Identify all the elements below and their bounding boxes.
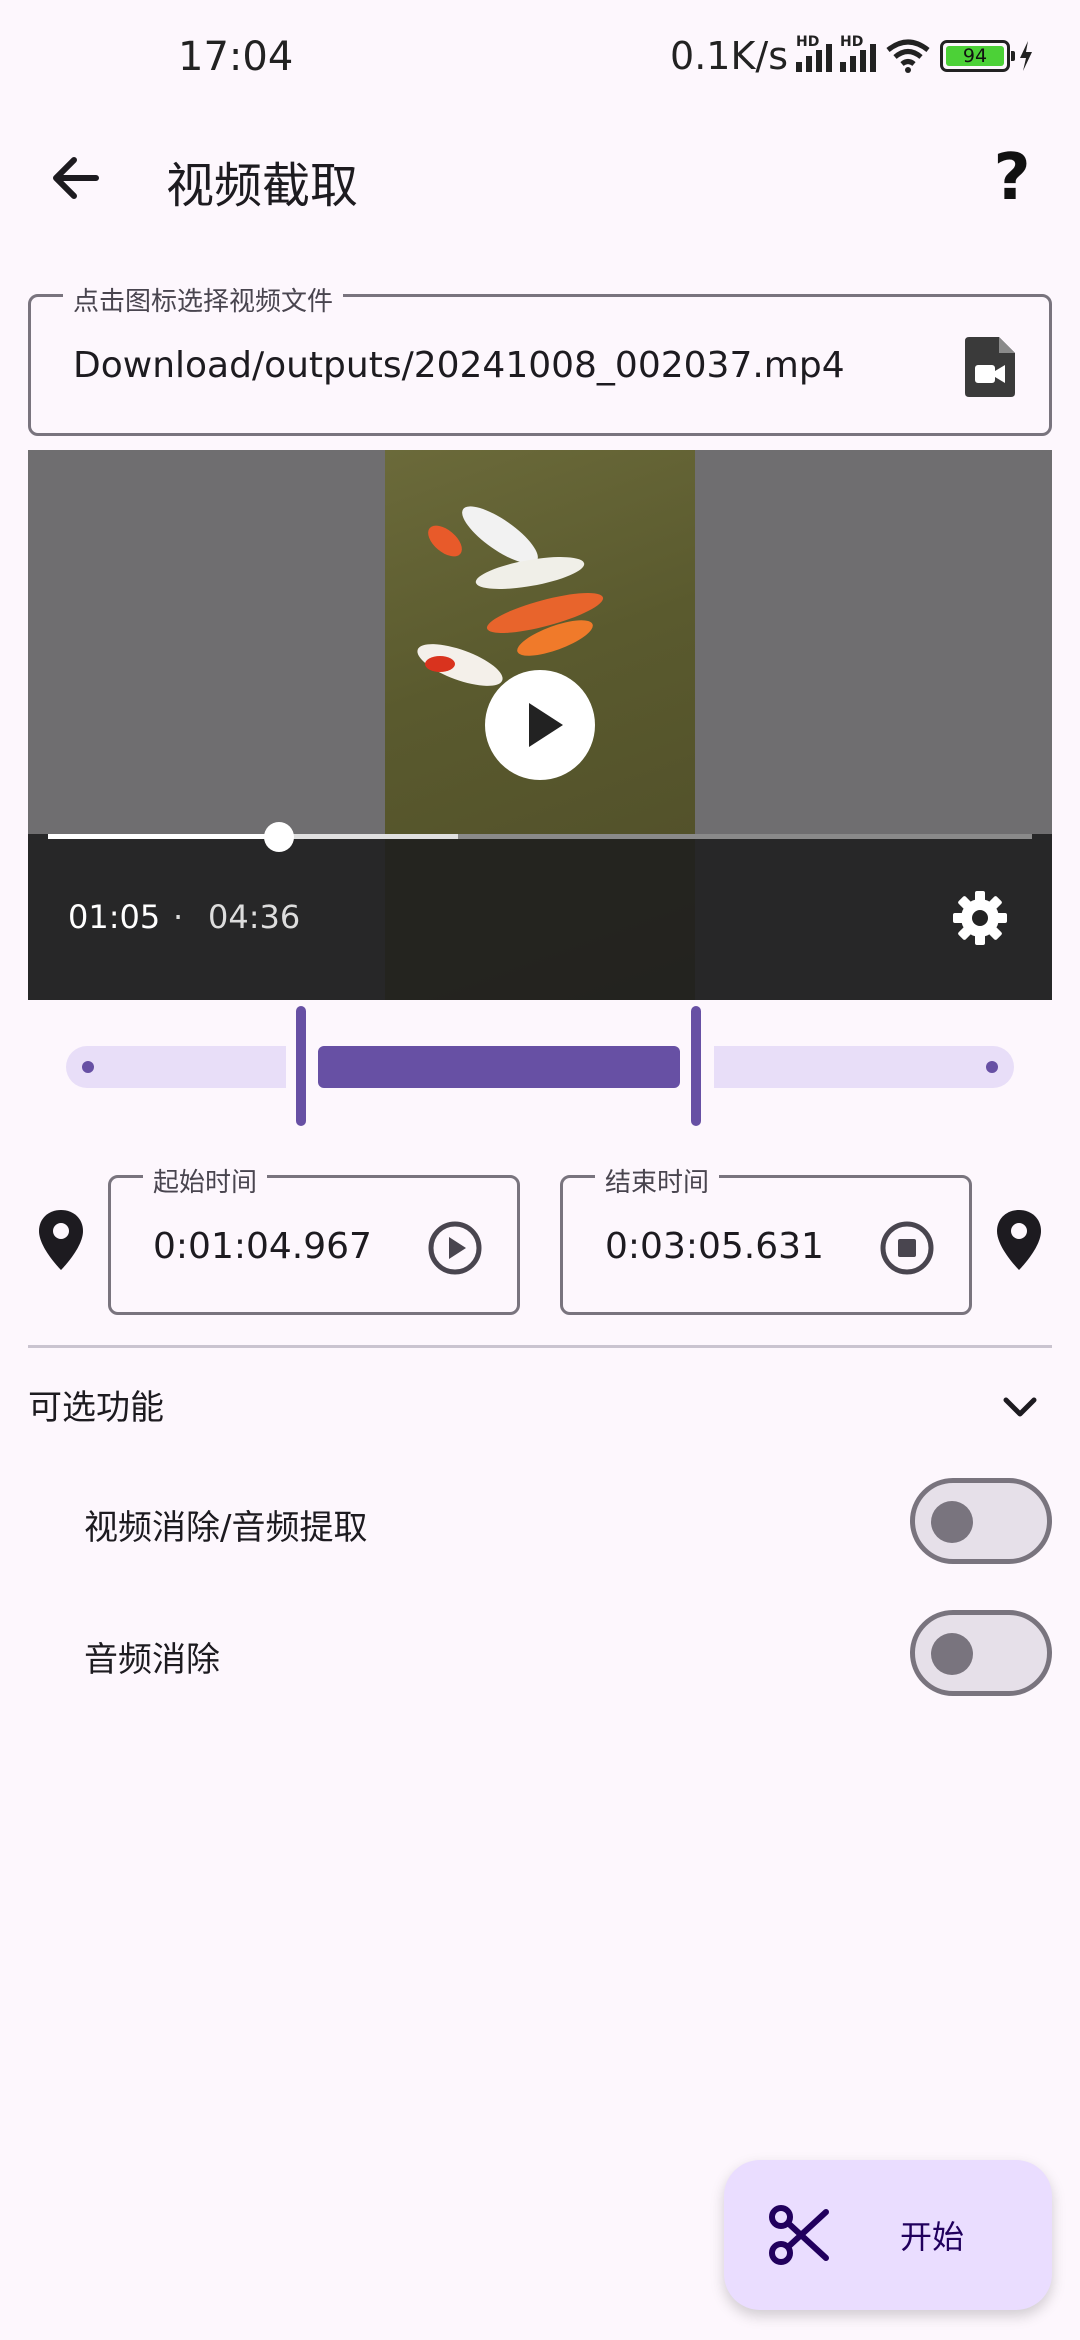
start-time-field[interactable]: 起始时间 0:01:04.967 [108, 1162, 520, 1315]
charging-icon [1020, 41, 1032, 71]
scissors-icon [769, 2205, 829, 2265]
video-file-field[interactable]: 点击图标选择视频文件 Download/outputs/20241008_002… [28, 281, 1052, 436]
signal-icon: HD [796, 34, 832, 72]
end-time-value: 0:03:05.631 [605, 1226, 824, 1267]
toggle-knob [931, 1633, 973, 1675]
audio-remove-label: 音频消除 [84, 1640, 220, 1680]
file-path-value: Download/outputs/20241008_002037.mp4 [73, 345, 845, 386]
range-end-handle[interactable] [691, 1006, 701, 1126]
battery-icon: 94 [940, 40, 1015, 72]
set-end-pin-icon[interactable] [994, 1208, 1044, 1272]
range-tick-end [986, 1061, 998, 1073]
signal-icon-2: HD [840, 34, 876, 72]
audio-remove-toggle[interactable] [910, 1610, 1052, 1696]
set-start-pin-icon[interactable] [36, 1208, 86, 1272]
wifi-icon [886, 39, 930, 73]
help-icon[interactable]: ? [974, 140, 1050, 216]
stop-circle-icon[interactable] [879, 1220, 935, 1276]
seek-progress [48, 834, 280, 839]
current-time: 01:05 [68, 898, 161, 936]
play-circle-icon[interactable] [427, 1220, 483, 1276]
range-selected [318, 1046, 680, 1088]
toggle-knob [931, 1501, 973, 1543]
end-time-field[interactable]: 结束时间 0:03:05.631 [560, 1162, 972, 1315]
gear-icon[interactable] [950, 888, 1010, 948]
video-file-icon[interactable] [961, 335, 1021, 399]
start-button-label: 开始 [900, 2218, 965, 2256]
chevron-down-icon[interactable] [996, 1384, 1044, 1432]
start-time-legend: 起始时间 [143, 1162, 268, 1199]
duration-time: 04:36 [208, 898, 301, 936]
battery-level: 94 [946, 46, 1004, 66]
status-indicators: 0.1K/s HD HD 94 [670, 34, 1034, 78]
optional-features-title[interactable]: 可选功能 [28, 1380, 164, 1429]
network-speed: 0.1K/s [670, 34, 788, 78]
start-time-value: 0:01:04.967 [153, 1226, 372, 1267]
play-button[interactable] [485, 670, 595, 780]
start-button[interactable]: 开始 [724, 2160, 1052, 2310]
range-track-before [66, 1046, 286, 1088]
range-track-after [714, 1046, 1014, 1088]
range-tick-start [82, 1061, 94, 1073]
back-arrow-icon[interactable] [40, 140, 116, 216]
file-field-legend: 点击图标选择视频文件 [63, 281, 344, 318]
time-separator: · [173, 898, 184, 936]
video-remove-toggle[interactable] [910, 1478, 1052, 1564]
end-time-legend: 结束时间 [595, 1162, 720, 1199]
range-start-handle[interactable] [296, 1006, 306, 1126]
section-divider [28, 1345, 1052, 1348]
page-title: 视频截取 [166, 158, 359, 214]
video-player[interactable]: 01:05 · 04:36 [28, 450, 1052, 1000]
video-remove-label: 视频消除/音频提取 [84, 1508, 368, 1548]
status-time: 17:04 [178, 34, 294, 80]
